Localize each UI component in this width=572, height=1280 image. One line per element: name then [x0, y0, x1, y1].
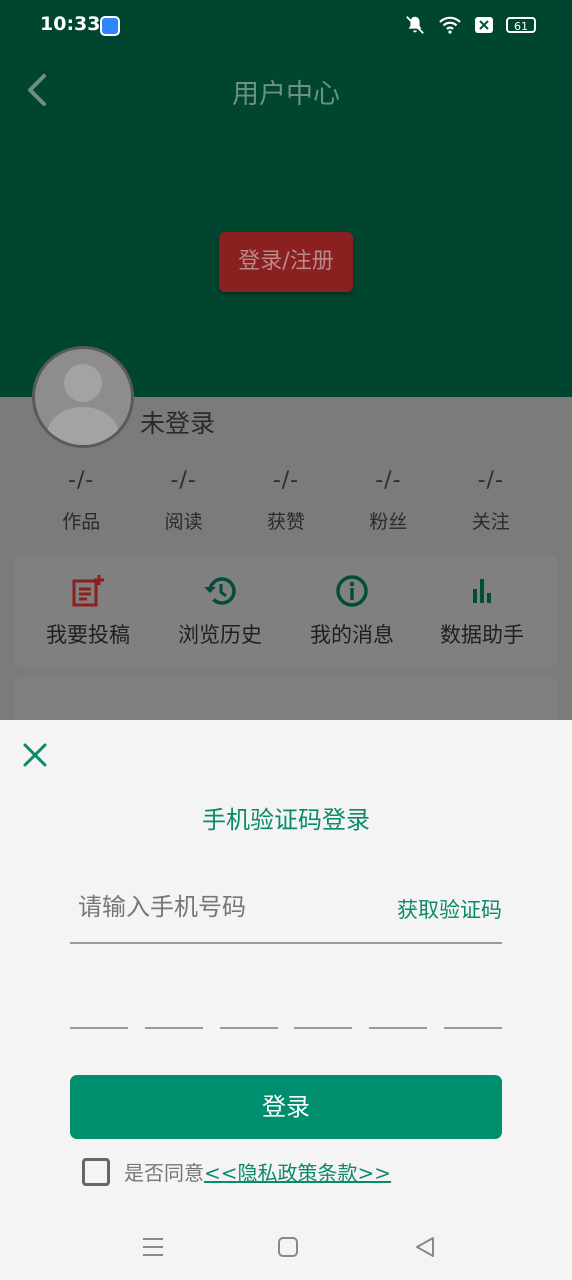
- agreement-row: 是否同意 <<隐私政策条款>>: [82, 1157, 391, 1186]
- close-icon[interactable]: [22, 742, 48, 768]
- mute-icon: [406, 16, 424, 34]
- verification-code-boxes: [70, 995, 502, 1029]
- profile-header: [0, 0, 572, 397]
- phone-input[interactable]: [70, 872, 386, 942]
- quick-action-history[interactable]: 浏览历史: [155, 573, 285, 649]
- stat-value: -/-: [272, 468, 300, 493]
- status-time: 10:33: [40, 13, 101, 35]
- quick-action-messages[interactable]: 我的消息: [287, 573, 417, 649]
- stat-value: -/-: [68, 468, 95, 493]
- stat-reads[interactable]: -/- 阅读: [132, 468, 234, 534]
- code-digit-box[interactable]: [144, 995, 203, 1029]
- history-icon: [204, 577, 236, 605]
- agree-checkbox[interactable]: [82, 1157, 110, 1186]
- quick-action-data[interactable]: 数据助手: [417, 573, 547, 649]
- phone-input-underline: [70, 942, 502, 944]
- screen: 10:33 61 用户中心 登录/注册 未登录 -/- 作品 -/- 阅读 -/…: [0, 0, 572, 1280]
- stat-works[interactable]: -/- 作品: [30, 468, 132, 534]
- quick-action-label: 数据助手: [440, 623, 524, 647]
- login-bottom-sheet: 手机验证码登录 获取验证码 登录 是否同意 <<隐私政策条款>>: [0, 720, 572, 1280]
- stat-following[interactable]: -/- 关注: [440, 468, 542, 534]
- stat-fans[interactable]: -/- 粉丝: [337, 468, 439, 534]
- stat-label: 阅读: [164, 511, 203, 533]
- stat-value: -/-: [375, 468, 402, 493]
- quick-action-label: 我要投稿: [46, 623, 130, 647]
- agree-text: 是否同意: [124, 1161, 204, 1185]
- stat-label: 粉丝: [369, 511, 408, 533]
- code-digit-box[interactable]: [294, 995, 353, 1029]
- code-digit-box[interactable]: [369, 995, 428, 1029]
- stat-likes[interactable]: -/- 获赞: [235, 468, 337, 534]
- get-code-button[interactable]: 获取验证码: [372, 894, 502, 924]
- stat-value: -/-: [170, 468, 197, 493]
- page-title: 用户中心: [232, 79, 340, 110]
- sheet-title: 手机验证码登录: [202, 806, 370, 834]
- default-avatar-icon: [47, 364, 119, 445]
- stat-label: 关注: [471, 511, 510, 533]
- quick-action-label: 我的消息: [310, 623, 394, 647]
- stats-row: -/- 作品 -/- 阅读 -/- 获赞 -/- 粉丝 -/- 关注: [30, 468, 542, 534]
- stat-label: 作品: [62, 511, 101, 533]
- code-digit-box[interactable]: [443, 995, 502, 1029]
- battery-icon: 61: [506, 17, 536, 33]
- notification-app-icon: [100, 16, 120, 36]
- system-nav-bar: [0, 1220, 572, 1280]
- stat-value: -/-: [477, 468, 504, 493]
- bar-chart-icon: [473, 579, 491, 603]
- code-digit-box[interactable]: [219, 995, 278, 1029]
- post-add-icon: [72, 575, 104, 607]
- username: 未登录: [140, 409, 216, 438]
- privacy-policy-link[interactable]: <<隐私政策条款>>: [204, 1157, 391, 1186]
- avatar[interactable]: [32, 346, 134, 448]
- code-digit-box[interactable]: [70, 995, 128, 1029]
- quick-actions-card: 我要投稿 浏览历史 我的消息 数据助手: [15, 555, 557, 667]
- info-icon: [336, 575, 368, 607]
- back-triangle-icon[interactable]: [410, 1232, 440, 1262]
- menu-icon[interactable]: [138, 1232, 168, 1262]
- login-register-button[interactable]: 登录/注册: [219, 232, 353, 292]
- home-icon[interactable]: [273, 1232, 303, 1262]
- status-icons: 61: [404, 14, 536, 36]
- status-bar: 10:33 61: [0, 0, 572, 52]
- sim-off-icon: [475, 17, 493, 33]
- stat-label: 获赞: [266, 511, 305, 533]
- quick-action-label: 浏览历史: [178, 623, 262, 647]
- login-button[interactable]: 登录: [70, 1075, 502, 1139]
- wifi-icon: [439, 16, 461, 34]
- quick-action-submit[interactable]: 我要投稿: [23, 573, 153, 649]
